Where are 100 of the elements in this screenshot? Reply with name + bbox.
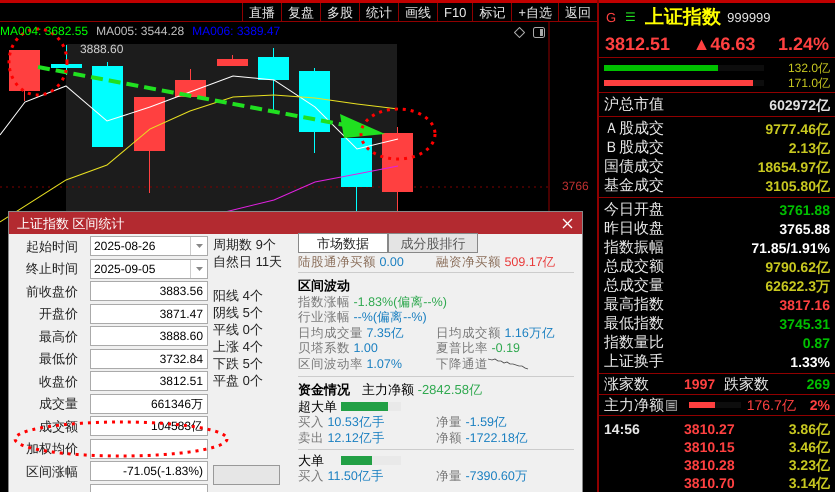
- stat-label: 国债成交: [604, 159, 664, 174]
- field-label: 终止时间: [25, 262, 79, 275]
- toolbar-button[interactable]: 直播: [242, 3, 281, 21]
- tick-price: 3810.27: [684, 422, 735, 436]
- stat-label: 上证换手: [604, 354, 664, 370]
- list-icon[interactable]: [666, 400, 677, 411]
- stat-value: 2.13亿: [788, 140, 830, 155]
- stat-label: Ａ股成交: [604, 121, 664, 136]
- stat-value: 1997: [684, 377, 716, 392]
- value-field[interactable]: 661346万: [90, 394, 208, 414]
- order-size-label: 超大单: [298, 400, 338, 413]
- value-field[interactable]: [90, 438, 208, 458]
- stat-text: 日均成交额 1.16万亿: [436, 326, 555, 339]
- tab[interactable]: 市场数据: [298, 233, 388, 253]
- toolbar-button[interactable]: 多股: [320, 3, 359, 21]
- tick-price: 3810.15: [684, 440, 735, 454]
- value-field[interactable]: 3871.47: [90, 304, 208, 324]
- stat-value: 176.7亿: [746, 398, 796, 412]
- value-field[interactable]: 3888.60: [90, 326, 208, 346]
- flag-label: G: [606, 10, 616, 24]
- close-button[interactable]: [560, 216, 574, 230]
- stat-value: 3761.88: [779, 202, 830, 217]
- candle-count: 平线 0个: [213, 321, 264, 338]
- flow-stat: 融资净买额 509.17亿: [436, 256, 557, 269]
- tick-amount: 3.14亿: [788, 476, 830, 490]
- stat-value: 3817.16: [779, 298, 830, 312]
- index-code: 999999: [727, 10, 771, 24]
- index-name: 上证指数: [645, 8, 722, 27]
- index-percent: 1.24%: [778, 34, 829, 53]
- stat-label: 最低指数: [604, 316, 664, 332]
- toolbar-button[interactable]: F10: [437, 3, 472, 21]
- period-count: 周期数 9个: [213, 236, 277, 253]
- caret-icon: [196, 266, 202, 270]
- value-field[interactable]: -71.05(-1.83%): [90, 461, 208, 481]
- field-label: 前收盘价: [25, 284, 79, 298]
- stat-label: 指数振幅: [604, 240, 664, 256]
- candle-count: 阳线 4个: [213, 287, 264, 304]
- toolbar-button[interactable]: 画线: [398, 3, 437, 21]
- order-size-label: 大单: [298, 454, 325, 467]
- stat-value: 602972亿: [769, 98, 830, 112]
- value-field[interactable]: 3812.51: [90, 371, 208, 391]
- toolbar-button[interactable]: 标记: [472, 3, 512, 21]
- stat-text: 行业涨幅 --%(偏离--%): [298, 311, 427, 324]
- date-dropdown[interactable]: 2025-09-05: [90, 258, 208, 278]
- volume-value: 132.0亿: [788, 62, 830, 74]
- volume-value: 171.0亿: [788, 76, 830, 89]
- stat-value: 3105.80亿: [765, 178, 830, 193]
- toolbar-button[interactable]: +自选: [511, 3, 558, 21]
- tick-amount: 3.23亿: [788, 458, 830, 472]
- tick-price: 3810.70: [684, 476, 735, 490]
- field-label: 最低价: [38, 352, 79, 365]
- stat-label: Ｂ股成交: [604, 140, 664, 156]
- toolbar-button[interactable]: 统计: [359, 3, 398, 21]
- stat-label: 指数量比: [604, 335, 664, 350]
- candlestick: [9, 50, 40, 102]
- stat-value: 269: [806, 377, 830, 392]
- candle-count: 平盘 0个: [213, 372, 264, 389]
- section-heading: 区间波动: [298, 279, 351, 294]
- field-label: 最高价: [38, 330, 79, 342]
- flow-stat: 陆股通净买额 0.00: [298, 256, 405, 269]
- stat-text: 指数涨幅 -1.83%(偏离--%): [298, 296, 447, 308]
- caret-icon: [196, 244, 202, 248]
- stat-text: 日均成交量 7.35亿: [298, 326, 404, 339]
- diamond-icon[interactable]: [514, 27, 525, 38]
- close-icon: [562, 218, 572, 228]
- field-label: 收盘价: [38, 374, 79, 388]
- field-label: 区间涨幅: [25, 464, 79, 478]
- tab[interactable]: 成分股排行: [388, 233, 478, 253]
- toolbar-button[interactable]: 复盘: [281, 3, 320, 21]
- date-dropdown[interactable]: 2025-08-26: [90, 236, 208, 256]
- candlestick: [258, 48, 289, 110]
- stat-label: 跌家数: [724, 376, 770, 392]
- stat-text: 净量 -7390.60万: [436, 470, 529, 482]
- stat-value: 71.85/1.91%: [751, 240, 830, 255]
- stat-value: 2%: [810, 398, 830, 412]
- stat-label: 基金成交: [604, 178, 664, 194]
- value-field[interactable]: 3732.84: [90, 348, 208, 368]
- stat-value: 3745.31: [779, 316, 830, 331]
- candlestick: [217, 54, 248, 66]
- high-price-label: 3888.60: [80, 43, 124, 55]
- date-value: 2025-08-26: [93, 240, 156, 252]
- trend-label: 下降通道: [436, 358, 488, 370]
- index-change: ▲46.63: [692, 34, 756, 53]
- candle-count: 下跌 5个: [213, 355, 264, 372]
- stat-text: 买入 11.50亿手: [298, 470, 385, 482]
- stat-label: 总成交额: [604, 259, 664, 274]
- index-price: 3812.51: [605, 34, 670, 53]
- panel-toggle-icon[interactable]: [533, 27, 545, 38]
- price-axis-label: 3766: [562, 180, 589, 192]
- stat-label: 今日开盘: [604, 202, 664, 218]
- tick-time: 14:56: [604, 422, 641, 436]
- field-label: 开盘价: [38, 307, 79, 320]
- menu-glyph[interactable]: ☰: [625, 11, 636, 24]
- candle-count: 阴线 5个: [213, 304, 264, 321]
- stat-label: 沪总市值: [604, 97, 664, 112]
- value-field[interactable]: 3883.56: [90, 281, 208, 301]
- stat-value: 0.87: [802, 336, 830, 350]
- stat-value: 18654.97亿: [758, 160, 830, 174]
- section-heading: 资金情况: [298, 382, 350, 396]
- stat-text: 夏普比率 -0.19: [436, 342, 520, 354]
